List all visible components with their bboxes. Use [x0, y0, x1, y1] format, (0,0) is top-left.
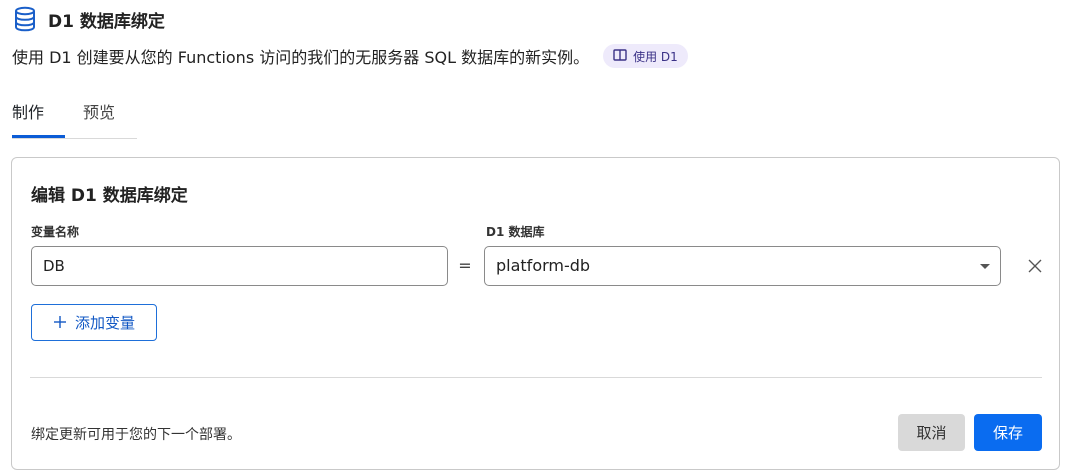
subtitle-row: 使用 D1 创建要从您的 Functions 访问的我们的无服务器 SQL 数据…: [12, 44, 688, 68]
tab-preview[interactable]: 预览: [83, 96, 115, 138]
chevron-down-icon: [980, 264, 990, 269]
database-icon: [12, 6, 38, 32]
page-title: D1 数据库绑定: [48, 11, 165, 32]
deploy-footnote: 绑定更新可用于您的下一个部署。: [31, 427, 241, 443]
docs-link[interactable]: 使用 D1: [603, 44, 688, 68]
page-description: 使用 D1 创建要从您的 Functions 访问的我们的无服务器 SQL 数据…: [12, 48, 590, 67]
database-select[interactable]: platform-db: [484, 246, 1001, 286]
add-variable-button[interactable]: 添加变量: [31, 304, 157, 341]
remove-binding-button[interactable]: [1025, 256, 1045, 276]
book-icon: [613, 48, 627, 64]
plus-icon: [53, 312, 67, 332]
variable-name-input[interactable]: DB: [31, 246, 448, 286]
database-select-value: platform-db: [496, 256, 591, 275]
docs-link-label: 使用 D1: [633, 49, 678, 64]
database-label: D1 数据库: [486, 225, 545, 239]
card-title: 编辑 D1 数据库绑定: [31, 186, 188, 206]
variable-name-label: 变量名称: [31, 225, 80, 239]
cancel-button[interactable]: 取消: [898, 414, 965, 451]
equals-sign: =: [458, 256, 472, 275]
tab-bar: 制作 预览: [12, 96, 137, 139]
page-header: D1 数据库绑定: [12, 6, 165, 32]
divider: [30, 377, 1042, 378]
save-button[interactable]: 保存: [974, 414, 1042, 451]
close-icon: [1028, 259, 1042, 273]
binding-editor-card: 编辑 D1 数据库绑定 变量名称 D1 数据库 DB = platform-db…: [11, 157, 1060, 470]
tab-build[interactable]: 制作: [12, 96, 65, 138]
add-variable-label: 添加变量: [74, 314, 135, 332]
